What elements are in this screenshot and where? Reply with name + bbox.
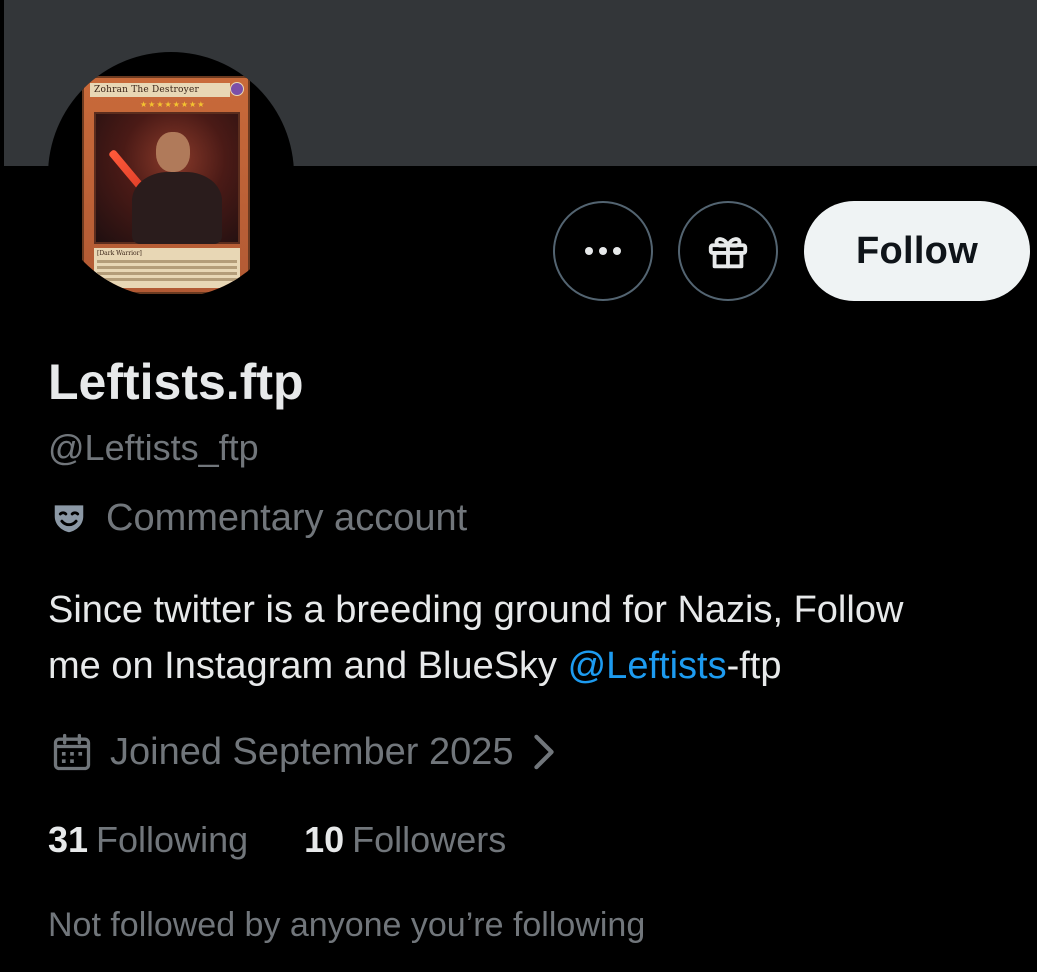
following-count: 31 xyxy=(48,819,89,860)
account-label-text: Commentary account xyxy=(106,497,468,539)
gift-button[interactable] xyxy=(678,201,778,301)
follow-button[interactable]: Follow xyxy=(804,201,1030,301)
bio-text-suffix: -ftp xyxy=(726,645,782,687)
chevron-right-icon xyxy=(533,734,554,770)
avatar-trading-card-image: Zohran The Destroyer ★★★★★★★★ [Dark Warr… xyxy=(82,76,250,294)
card-armor-graphic xyxy=(132,172,222,244)
followers-count: 10 xyxy=(304,819,345,860)
calendar-icon xyxy=(53,733,91,771)
more-options-button[interactable] xyxy=(553,201,653,301)
card-level-stars: ★★★★★★★★ xyxy=(140,100,206,109)
following-link[interactable]: 31 Following xyxy=(48,814,248,866)
card-text-line xyxy=(97,266,237,269)
card-text-line xyxy=(97,278,237,281)
bio-mention-link[interactable]: @Leftists xyxy=(568,645,727,687)
joined-text: Joined September 2025 xyxy=(110,731,514,773)
profile-bio: Since twitter is a breeding ground for N… xyxy=(48,582,1033,694)
theater-mask-icon xyxy=(54,505,84,533)
profile-avatar[interactable]: Zohran The Destroyer ★★★★★★★★ [Dark Warr… xyxy=(48,52,294,298)
card-artwork xyxy=(94,112,240,245)
card-attribute-icon xyxy=(230,82,244,96)
follow-stats: 31 Following 10 Followers xyxy=(48,814,506,866)
more-horizontal-icon xyxy=(585,247,621,255)
social-context-text: Not followed by anyone you’re following xyxy=(48,906,646,944)
gift-icon xyxy=(708,237,748,269)
display-name: Leftists.ftp xyxy=(48,354,304,410)
following-label: Following xyxy=(96,819,249,860)
account-label[interactable]: Commentary account xyxy=(50,492,467,544)
bio-line-1: Since twitter is a breeding ground for N… xyxy=(48,589,904,631)
card-text-line xyxy=(97,272,237,275)
card-text-line xyxy=(97,260,237,263)
user-handle: @Leftists_ftp xyxy=(48,427,259,468)
bio-line-2: me on Instagram and BlueSky @Leftists-ft… xyxy=(48,638,1033,694)
followers-link[interactable]: 10 Followers xyxy=(304,814,506,866)
card-type-line: [Dark Warrior] xyxy=(97,250,142,257)
bio-text: me on Instagram and BlueSky xyxy=(48,645,568,687)
followers-label: Followers xyxy=(352,819,507,860)
joined-date[interactable]: Joined September 2025 xyxy=(50,724,556,780)
card-face-graphic xyxy=(156,132,190,172)
card-text-box: [Dark Warrior] xyxy=(94,248,240,288)
card-title: Zohran The Destroyer xyxy=(90,83,230,97)
profile-page: Zohran The Destroyer ★★★★★★★★ [Dark Warr… xyxy=(0,0,1037,972)
